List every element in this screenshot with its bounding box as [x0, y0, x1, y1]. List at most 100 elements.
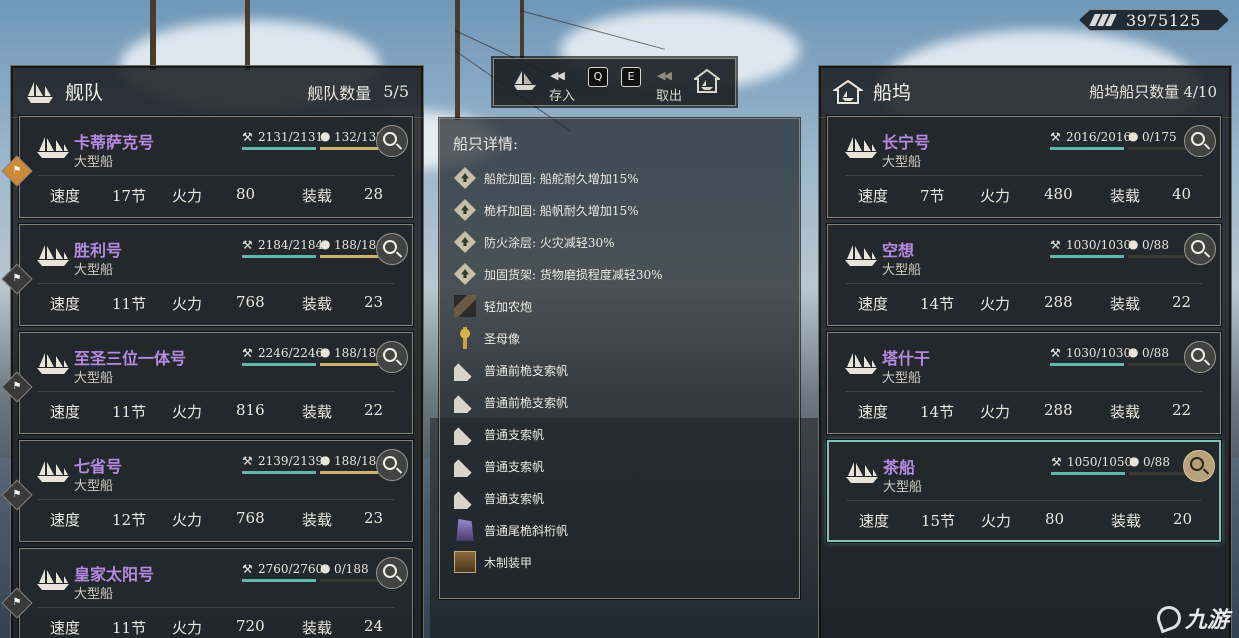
durability-value: 1050/1050 [1067, 455, 1133, 469]
inspect-ship-button[interactable] [376, 125, 408, 157]
speed-label: 速度 [50, 295, 81, 313]
ship-card[interactable]: 卡蒂萨克号 大型船 ⚒ 2131/2131 ● 132/132 速度 17节 火力 80 装载 28 [18, 115, 414, 219]
durability-value: 2184/2184 [258, 238, 324, 252]
dock-icon [833, 79, 863, 104]
ship-detail-item[interactable]: 普通尾桅斜桁帆 [454, 517, 568, 543]
magnifier-icon [383, 240, 397, 254]
load-value: 23 [364, 293, 384, 311]
card-divider [38, 175, 394, 176]
inspect-ship-button[interactable] [1183, 450, 1215, 482]
ship-card[interactable]: 茶船 大型船 ⚒ 1050/1050 ● 0/88 速度 15节 火力 80 装载 20 [826, 439, 1222, 543]
ship-name: 塔什干 [882, 349, 931, 368]
ship-type: 大型船 [882, 155, 922, 170]
take-hotkey[interactable]: E [621, 67, 641, 87]
ship-card[interactable]: 至圣三位一体号 大型船 ⚒ 2246/2246 ● 188/188 速度 11节 火力 816 装载… [18, 331, 414, 435]
load-label: 装载 [1110, 295, 1141, 313]
ship-icon [846, 462, 878, 483]
load-value: 22 [364, 401, 384, 419]
ship-detail-text: 木制装甲 [484, 555, 533, 570]
upgrade-icon [454, 231, 476, 253]
inspect-ship-button[interactable] [1184, 341, 1216, 373]
ship-name: 空想 [882, 241, 915, 260]
store-hotkey[interactable]: Q [588, 67, 608, 87]
ship-detail-item[interactable]: 加固货架: 货物磨损程度减轻30% [454, 261, 663, 287]
card-divider [846, 391, 1202, 392]
magnifier-icon [383, 132, 397, 146]
speed-label: 速度 [859, 512, 890, 530]
durability-value: 2760/2760 [258, 562, 324, 576]
ship-icon [845, 137, 877, 158]
durability-bar [1050, 147, 1124, 150]
firepower-value: 288 [1044, 401, 1073, 419]
inspect-ship-button[interactable] [376, 341, 408, 373]
durability-bar [1050, 363, 1124, 366]
ship-detail-item[interactable]: 圣母像 [454, 325, 520, 351]
cargo-sack-icon: ● [1128, 345, 1139, 359]
durability-bar [242, 363, 316, 366]
speed-label: 速度 [858, 295, 889, 313]
ship-detail-item[interactable]: 木制装甲 [454, 549, 532, 575]
load-label: 装载 [1110, 403, 1141, 421]
dock-header: 船坞 船坞船只数量 4/10 [819, 66, 1231, 118]
ship-card[interactable]: 皇家太阳号 大型船 ⚒ 2760/2760 ● 0/188 速度 11节 火力 720 装载 24 [18, 547, 414, 638]
ship-detail-item[interactable]: 普通前桅支索帆 [454, 389, 568, 415]
sail-icon [454, 455, 476, 477]
store-button[interactable]: 存入 [549, 85, 575, 104]
card-divider [38, 607, 394, 608]
inspect-ship-button[interactable] [376, 233, 408, 265]
load-label: 装载 [302, 187, 333, 205]
ship-detail-item[interactable]: 轻加农炮 [454, 293, 532, 319]
ship-detail-text: 加固货架: 货物磨损程度减轻30% [484, 267, 663, 282]
card-divider [847, 500, 1201, 501]
cargo-value: 0/88 [1142, 346, 1169, 360]
firepower-label: 火力 [980, 295, 1011, 313]
ship-detail-item[interactable]: 普通支索帆 [454, 485, 544, 511]
magnifier-icon [383, 564, 397, 578]
hammer-icon: ⚒ [1050, 346, 1061, 360]
cargo-value: 0/88 [1142, 238, 1169, 252]
card-divider [846, 175, 1202, 176]
hammer-icon: ⚒ [242, 346, 253, 360]
firepower-value: 768 [236, 509, 265, 527]
firepower-value: 480 [1044, 185, 1073, 203]
load-value: 20 [1173, 510, 1193, 528]
fleet-count-value: 5/5 [383, 82, 409, 101]
ship-detail-item[interactable]: 防火涂层: 火灾减轻30% [454, 229, 615, 255]
ship-type: 大型船 [74, 263, 114, 278]
ship-detail-item[interactable]: 普通前桅支索帆 [454, 357, 568, 383]
ship-detail-text: 圣母像 [484, 331, 521, 346]
durability-value: 2246/2246 [258, 346, 324, 360]
sail-purple-icon [456, 519, 474, 541]
dock-take-icon[interactable] [694, 69, 720, 93]
currency-value: 3975125 [1126, 10, 1201, 30]
ship-detail-item[interactable]: 普通支索帆 [454, 421, 544, 447]
ship-detail-item[interactable]: 桅杆加固: 船帆耐久增加15% [454, 197, 639, 223]
inspect-ship-button[interactable] [376, 557, 408, 589]
ship-card[interactable]: 塔什干 大型船 ⚒ 1030/1030 ● 0/88 速度 14节 火力 288 装载 22 [826, 331, 1222, 435]
watermark: 九游 [1153, 602, 1229, 634]
ship-detail-item[interactable]: 普通支索帆 [454, 453, 544, 479]
ship-card[interactable]: 胜利号 大型船 ⚒ 2184/2184 ● 188/188 速度 11节 火力 768 装载 23 [18, 223, 414, 327]
inspect-ship-button[interactable] [1184, 125, 1216, 157]
ship-type: 大型船 [74, 371, 114, 386]
speed-label: 速度 [858, 187, 889, 205]
hammer-icon: ⚒ [242, 238, 253, 252]
ship-store-icon[interactable] [512, 69, 538, 91]
ship-detail-item[interactable]: 船舵加固: 船舵耐久增加15% [454, 165, 639, 191]
magnifier-icon [1190, 457, 1204, 471]
sail-icon [454, 487, 476, 509]
card-divider [38, 283, 394, 284]
durability-bar [242, 255, 316, 258]
load-label: 装载 [1110, 187, 1141, 205]
upgrade-icon [454, 199, 476, 221]
ship-card[interactable]: 长宁号 大型船 ⚒ 2016/2016 ● 0/175 速度 7节 火力 480 装载 40 [826, 115, 1222, 219]
inspect-ship-button[interactable] [1184, 233, 1216, 265]
inspect-ship-button[interactable] [376, 449, 408, 481]
cannon-icon [454, 295, 476, 317]
firepower-value: 80 [236, 185, 256, 203]
firepower-value: 768 [236, 293, 265, 311]
ship-card[interactable]: 七省号 大型船 ⚒ 2139/2139 ● 188/188 速度 12节 火力 768 装载 23 [18, 439, 414, 543]
ship-card[interactable]: 空想 大型船 ⚒ 1030/1030 ● 0/88 速度 14节 火力 288 装载 22 [826, 223, 1222, 327]
magnifier-icon [383, 348, 397, 362]
take-button[interactable]: 取出 [656, 85, 682, 104]
